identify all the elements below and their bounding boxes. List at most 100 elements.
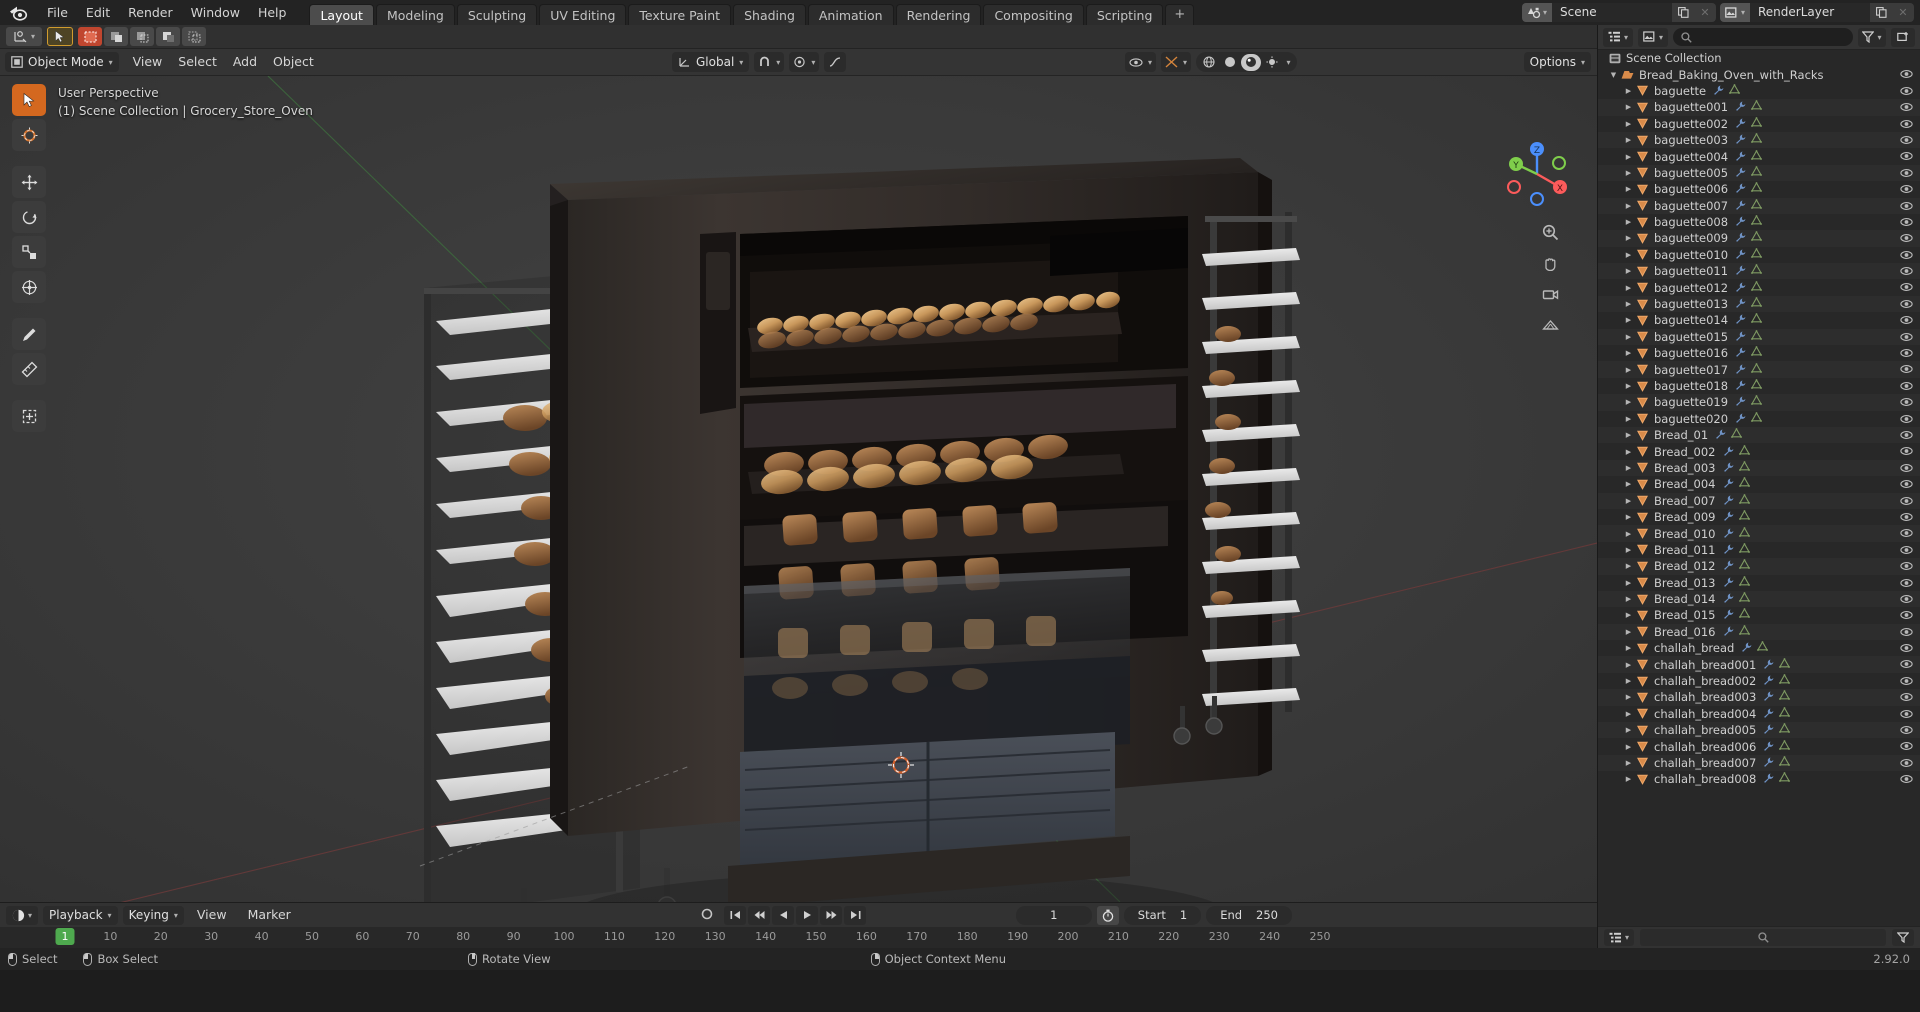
timeline-view-menu[interactable]: View (189, 905, 235, 925)
outliner-object-challah_bread[interactable]: ▶ challah_bread (1598, 640, 1920, 656)
menu-render[interactable]: Render (119, 0, 182, 25)
outliner-object-baguette010[interactable]: ▶ baguette010 (1598, 247, 1920, 263)
mesh-data-icon[interactable] (1779, 755, 1791, 770)
mesh-data-icon[interactable] (1779, 706, 1791, 721)
select-extend-icon[interactable] (104, 27, 128, 46)
menu-edit[interactable]: Edit (77, 0, 119, 25)
outliner-object-baguette019[interactable]: ▶ baguette019 (1598, 394, 1920, 411)
eye-icon[interactable] (1900, 544, 1913, 558)
mesh-data-icon[interactable] (1738, 510, 1750, 524)
wrench-icon[interactable] (1735, 199, 1746, 213)
outliner-tree[interactable]: Scene Collection ▼ Bread_Baking_Oven_with_… (1598, 50, 1920, 926)
outliner-object-challah_bread002[interactable]: ▶ challah_bread002 (1598, 673, 1920, 689)
outliner-object-baguette014[interactable]: ▶ baguette014 (1598, 312, 1920, 328)
wrench-icon[interactable] (1735, 297, 1746, 311)
wrench-icon[interactable] (1763, 772, 1774, 786)
eye-icon[interactable] (1900, 183, 1913, 197)
wrench-icon[interactable] (1735, 363, 1746, 377)
shading-options[interactable]: ▾ (1283, 54, 1294, 71)
expand-arrow-icon[interactable]: ▶ (1622, 661, 1635, 669)
outliner-scene-collection[interactable]: Scene Collection (1598, 50, 1920, 66)
xray-toggle[interactable]: ▾ (1160, 52, 1191, 72)
add-cube-tool-icon[interactable] (12, 400, 46, 432)
mesh-data-icon[interactable] (1751, 411, 1763, 426)
shading-wireframe[interactable] (1199, 54, 1219, 71)
expand-arrow-icon[interactable]: ▶ (1622, 366, 1635, 374)
remove-scene-button[interactable]: ✕ (1694, 3, 1716, 22)
frame-range-fields[interactable]: Start 1 (1123, 905, 1202, 925)
cursor-icon[interactable] (47, 27, 73, 46)
wrench-icon[interactable] (1735, 150, 1746, 164)
filter-icon[interactable] (1892, 929, 1914, 946)
eye-icon[interactable] (1900, 380, 1913, 394)
expand-arrow-icon[interactable]: ▶ (1622, 480, 1635, 488)
object-mode-selector[interactable]: Object Mode ▾ (5, 52, 119, 72)
outliner-collection-bread-baking-oven[interactable]: ▼ Bread_Baking_Oven_with_Racks (1598, 66, 1920, 82)
keying-menu[interactable]: Keying ▾ (122, 905, 184, 925)
mesh-data-icon[interactable] (1751, 329, 1763, 344)
eye-icon[interactable] (1900, 281, 1913, 295)
wrench-icon[interactable] (1723, 592, 1734, 606)
annotate-tool-icon[interactable] (12, 318, 46, 350)
expand-arrow-icon[interactable]: ▶ (1622, 333, 1635, 341)
expand-arrow-icon[interactable]: ▶ (1622, 710, 1635, 718)
stopwatch-icon[interactable] (1096, 905, 1119, 925)
outliner-object-challah_bread007[interactable]: ▶ challah_bread007 (1598, 754, 1920, 772)
eye-icon[interactable] (1900, 429, 1913, 443)
outliner-object-bread_003[interactable]: ▶ Bread_003 (1598, 459, 1920, 477)
outliner-object-challah_bread001[interactable]: ▶ challah_bread001 (1598, 656, 1920, 673)
mesh-data-icon[interactable] (1738, 591, 1750, 606)
eye-icon[interactable] (1900, 577, 1913, 591)
expand-arrow-icon[interactable]: ▶ (1622, 103, 1635, 111)
workspace-tab-animation[interactable]: Animation (807, 4, 894, 25)
expand-arrow-icon[interactable]: ▶ (1622, 431, 1635, 439)
camera-icon[interactable] (1539, 283, 1561, 305)
wrench-icon[interactable] (1723, 494, 1734, 508)
mesh-data-icon[interactable] (1779, 690, 1791, 704)
expand-arrow-icon[interactable]: ▶ (1622, 136, 1635, 144)
previous-keyframe-button[interactable] (748, 905, 770, 925)
expand-arrow-icon[interactable]: ▶ (1622, 448, 1635, 456)
eye-icon[interactable] (1900, 691, 1913, 705)
eye-icon[interactable] (1900, 396, 1913, 410)
eye-icon[interactable] (1900, 314, 1913, 328)
expand-arrow-icon[interactable]: ▶ (1622, 775, 1635, 783)
wrench-icon[interactable] (1763, 740, 1774, 754)
outliner-object-baguette011[interactable]: ▶ baguette011 (1598, 263, 1920, 280)
navigation-gizmo[interactable]: Z Y X (1501, 138, 1573, 210)
transform-pivot-icon[interactable]: ▾ (6, 27, 42, 46)
expand-arrow-icon[interactable]: ▶ (1622, 497, 1635, 505)
viewport-menu-object[interactable]: Object (265, 52, 322, 72)
wrench-icon[interactable] (1735, 346, 1746, 360)
outliner-object-bread_013[interactable]: ▶ Bread_013 (1598, 575, 1920, 591)
expand-arrow-icon[interactable]: ▶ (1622, 316, 1635, 324)
outliner-object-bread_011[interactable]: ▶ Bread_011 (1598, 542, 1920, 558)
jump-to-end-button[interactable] (844, 905, 866, 925)
move-tool-icon[interactable] (12, 166, 46, 198)
expand-arrow-icon[interactable]: ▶ (1622, 185, 1635, 193)
mesh-data-icon[interactable] (1738, 460, 1750, 475)
mesh-data-icon[interactable] (1738, 559, 1750, 573)
funnel-icon[interactable]: ▾ (1858, 27, 1886, 47)
workspace-tab-sculpting[interactable]: Sculpting (456, 4, 538, 25)
eye-icon[interactable] (1900, 642, 1913, 656)
wrench-icon[interactable] (1735, 133, 1746, 147)
end-value[interactable]: 250 (1256, 908, 1278, 922)
transform-orientation-selector[interactable]: Global ▾ (672, 52, 750, 72)
timeline-playhead[interactable]: 1 (55, 928, 75, 945)
wrench-icon[interactable] (1735, 395, 1746, 409)
eye-icon[interactable] (1900, 150, 1913, 164)
view-layer-selector[interactable]: ▾ RenderLayer ✕ (1720, 3, 1914, 22)
select-subtract-icon[interactable] (130, 27, 154, 46)
mesh-data-icon[interactable] (1738, 444, 1750, 459)
mesh-data-icon[interactable] (1751, 362, 1763, 377)
eye-icon[interactable] (1900, 708, 1913, 722)
eye-icon[interactable] (1900, 298, 1913, 312)
measure-tool-icon[interactable] (12, 353, 46, 385)
workspace-tab-uv-editing[interactable]: UV Editing (539, 4, 627, 25)
outliner-display-icon[interactable]: ▾ (1603, 27, 1633, 47)
jump-to-start-button[interactable] (724, 905, 746, 925)
outliner-object-baguette005[interactable]: ▶ baguette005 (1598, 164, 1920, 182)
proportional-edit-toggle[interactable]: ▾ (789, 52, 820, 72)
scene-selector[interactable]: ▾ Scene ✕ (1522, 3, 1716, 22)
